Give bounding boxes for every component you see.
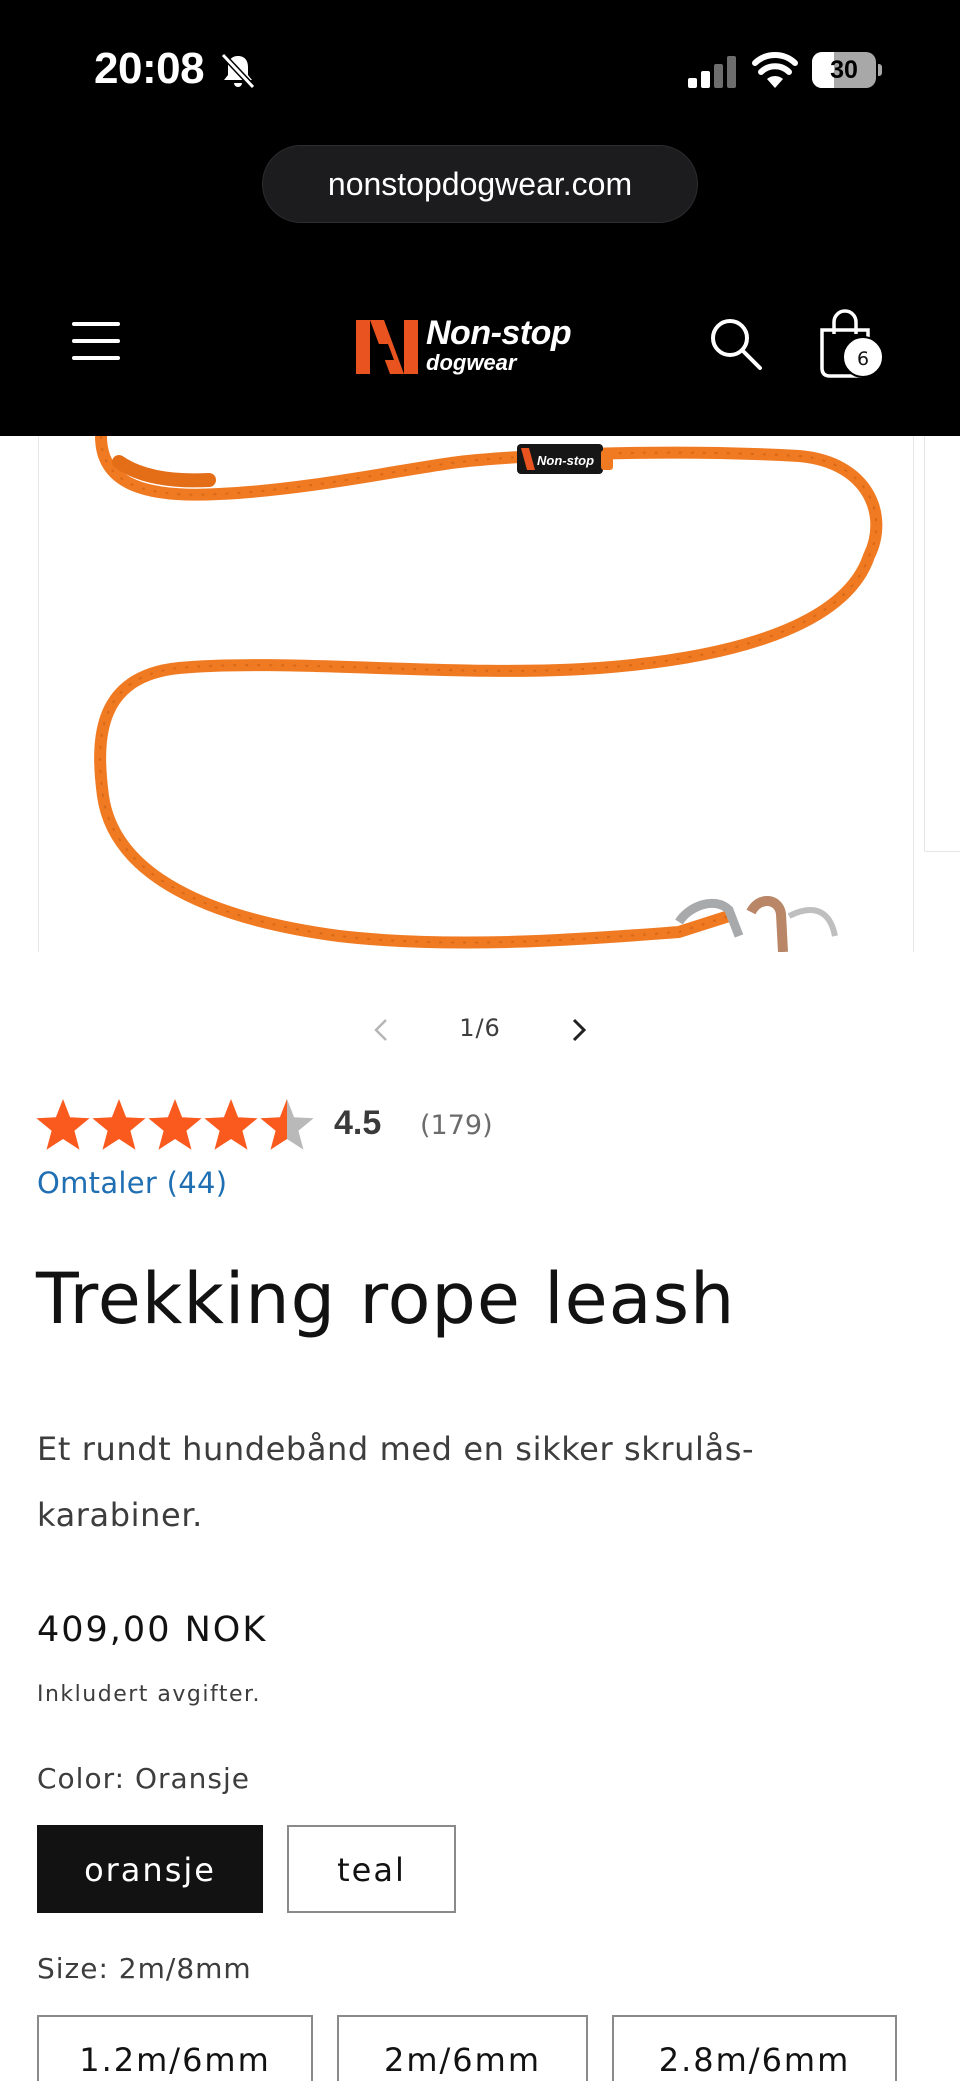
product-description: Et rundt hundebånd med en sikker skrulås…	[37, 1430, 755, 1534]
chevron-left-icon[interactable]	[360, 1008, 404, 1052]
tax-note: Inkludert avgifter.	[37, 1682, 262, 1707]
star-icon	[260, 1099, 314, 1150]
color-option-teal[interactable]: teal	[287, 1825, 456, 1913]
wifi-icon	[752, 52, 798, 88]
image-slider-nav: 1/6	[360, 1000, 600, 1060]
brand-mark-icon	[356, 320, 418, 374]
product-title: Trekking rope leash	[36, 1258, 736, 1340]
status-time: 20:08	[94, 44, 205, 93]
product-image[interactable]: Non-stop	[38, 436, 914, 952]
size-option-2m-6mm[interactable]: 2m/6mm	[337, 2015, 588, 2081]
rating-count: (179)	[420, 1110, 493, 1141]
bell-slash-icon	[220, 52, 256, 90]
brand-name-line1: Non-stop	[426, 314, 572, 352]
search-icon[interactable]	[708, 316, 764, 372]
cellular-signal-icon	[688, 56, 736, 88]
star-icon	[36, 1099, 90, 1150]
next-image-peek[interactable]	[924, 436, 960, 852]
leash-tag-text: Non-stop	[537, 453, 594, 468]
battery-icon: 30	[812, 52, 882, 88]
size-option-1-2m-6mm[interactable]: 1.2m/6mm	[37, 2015, 313, 2081]
address-bar[interactable]: nonstopdogwear.com	[262, 145, 698, 223]
color-label: Color: Oransje	[37, 1762, 250, 1795]
star-rating[interactable]	[36, 1096, 316, 1156]
reviews-link[interactable]: Omtaler (44)	[37, 1166, 227, 1200]
star-icon	[204, 1099, 258, 1150]
star-icon	[148, 1099, 202, 1150]
slide-counter: 1/6	[459, 1014, 501, 1042]
color-option-oransje[interactable]: oransje	[37, 1825, 263, 1913]
menu-icon[interactable]	[72, 318, 120, 364]
size-label: Size: 2m/8mm	[37, 1952, 252, 1985]
product-price: 409,00 NOK	[37, 1610, 268, 1650]
battery-level: 30	[830, 56, 858, 84]
brand-logo[interactable]: Non-stop dogwear	[354, 310, 604, 378]
leash-image: Non-stop	[94, 436, 883, 952]
rating-average: 4.5	[334, 1104, 382, 1142]
chevron-right-icon[interactable]	[556, 1008, 600, 1052]
cart-count-badge[interactable]: 6	[842, 336, 884, 378]
brand-name-line2: dogwear	[426, 350, 517, 375]
star-icon	[92, 1099, 146, 1150]
size-option-2-8m-6mm[interactable]: 2.8m/6mm	[612, 2015, 897, 2081]
